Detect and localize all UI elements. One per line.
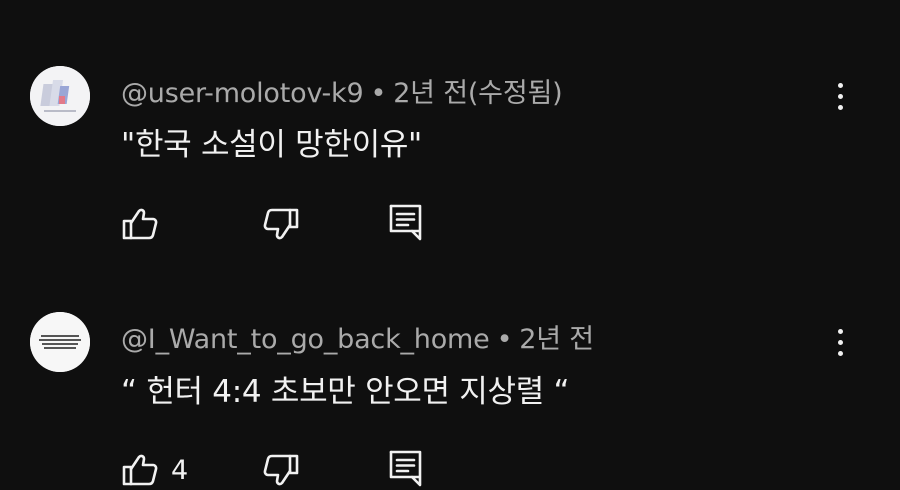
separator-dot: • <box>496 324 513 355</box>
reply-button[interactable] <box>386 202 426 242</box>
thumbs-up-icon <box>122 454 158 486</box>
reply-button[interactable] <box>386 448 426 488</box>
like-count: 4 <box>171 455 189 486</box>
thumbs-down-icon <box>263 454 299 486</box>
more-actions-button[interactable] <box>826 322 854 362</box>
kebab-dot <box>837 328 843 334</box>
reply-icon <box>389 450 422 487</box>
dislike-button[interactable] <box>261 450 301 490</box>
avatar[interactable] <box>30 312 90 372</box>
thumbs-down-icon <box>263 208 299 240</box>
kebab-dot <box>837 339 843 345</box>
dislike-button[interactable] <box>261 204 301 244</box>
kebab-dot <box>837 350 843 356</box>
comment-text: “ 헌터 4:4 초보만 안오면 지상렬 “ <box>121 374 570 410</box>
thumbs-up-icon <box>122 208 158 240</box>
comment-timestamp[interactable]: 2년 전 <box>519 324 594 355</box>
comment-item: @I_Want_to_go_back_home • 2년 전 “ 헌터 4:4 초보… <box>0 0 900 487</box>
comment-author[interactable]: @I_Want_to_go_back_home <box>121 324 490 355</box>
text-logo-avatar-icon <box>30 312 90 372</box>
reply-icon <box>389 204 422 241</box>
comment-header: @I_Want_to_go_back_home • 2년 전 <box>121 317 594 356</box>
like-button[interactable] <box>120 204 160 244</box>
like-button[interactable] <box>120 450 160 490</box>
